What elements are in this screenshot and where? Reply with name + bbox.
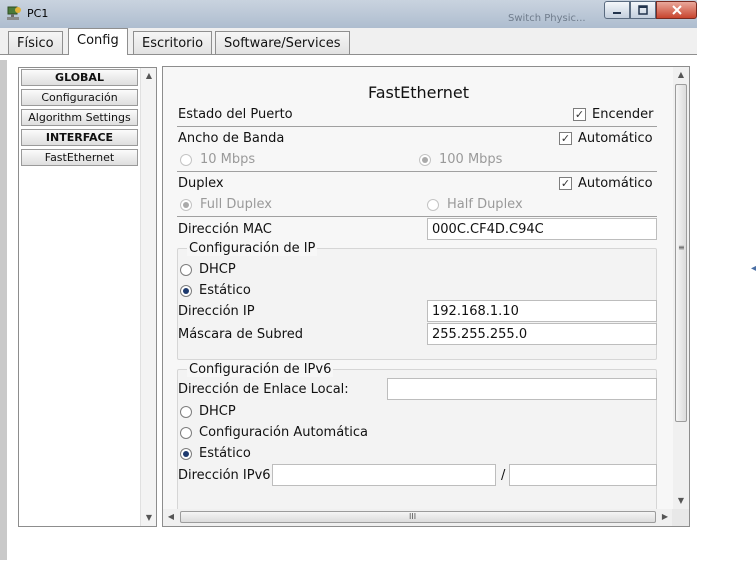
radio-selected-dot — [422, 157, 428, 163]
ip-dhcp-radio[interactable] — [180, 264, 192, 276]
port-status-label: Estado del Puerto — [178, 107, 293, 122]
panel-horizontal-scrollbar[interactable]: ◀ III ▶ — [163, 509, 674, 526]
maximize-button[interactable] — [630, 1, 656, 19]
bandwidth-auto-label: Automático — [578, 131, 653, 146]
nav-scrollbar[interactable]: ▲ ▼ — [140, 68, 156, 526]
minimize-icon — [613, 12, 621, 14]
ipv6-dhcp-radio[interactable] — [180, 406, 192, 418]
ip-static-label: Estático — [199, 283, 251, 298]
ipv6-static-label: Estático — [199, 446, 251, 461]
ip-address-field[interactable]: 192.168.1.10 — [427, 300, 657, 322]
full-duplex-label: Full Duplex — [200, 197, 272, 212]
divider — [177, 126, 657, 127]
ipv6-config-group-title: Configuración de IPv6 — [187, 362, 334, 377]
half-duplex-radio[interactable] — [427, 199, 439, 211]
bandwidth-auto-checkbox[interactable]: ✓ — [559, 132, 572, 145]
panel-title: FastEthernet — [367, 83, 470, 102]
ipv6-auto-config-label: Configuración Automática — [199, 425, 368, 440]
nav-header-global[interactable]: GLOBAL — [21, 69, 138, 86]
ip-dhcp-label: DHCP — [199, 262, 236, 277]
subnet-mask-field[interactable]: 255.255.255.0 — [427, 323, 657, 345]
scroll-up-icon[interactable]: ▲ — [141, 69, 157, 83]
tab-config[interactable]: Config — [68, 28, 128, 55]
mac-address-field[interactable]: 000C.CF4D.C94C — [427, 218, 657, 240]
bandwidth-100-label: 100 Mbps — [439, 152, 503, 167]
scroll-right-icon[interactable]: ▶ — [657, 510, 673, 524]
ipv6-address-label: Dirección IPv6 — [178, 468, 271, 483]
divider — [177, 171, 657, 172]
duplex-auto-checkbox[interactable]: ✓ — [559, 177, 572, 190]
background-window-title: Switch Physic... — [508, 13, 586, 24]
scroll-grip-icon: III — [409, 512, 417, 521]
packet-tracer-pc-icon — [7, 6, 21, 20]
ipv6-address-field[interactable] — [272, 464, 496, 486]
maximize-icon — [638, 5, 648, 15]
ipv6-dhcp-label: DHCP — [199, 404, 236, 419]
nav-item-fastethernet[interactable]: FastEthernet — [21, 149, 138, 166]
ipv6-prefix-length-field[interactable] — [509, 464, 657, 486]
config-content: GLOBAL Configuración Algorithm Settings … — [0, 55, 697, 567]
offscreen-arrow-icon: ◀ — [751, 263, 756, 274]
minimize-button[interactable] — [604, 1, 630, 19]
fastethernet-panel: FastEthernet Estado del Puerto ✓ Encende… — [162, 66, 690, 527]
radio-selected-dot — [183, 451, 189, 457]
bandwidth-label: Ancho de Banda — [178, 131, 285, 146]
scroll-grip-icon: ≡ — [678, 243, 685, 252]
ipv6-prefix-separator: / — [501, 468, 506, 483]
close-button[interactable] — [656, 1, 697, 19]
duplex-auto-label: Automático — [578, 176, 653, 191]
port-on-label: Encender — [592, 107, 654, 122]
half-duplex-label: Half Duplex — [447, 197, 523, 212]
window-titlebar: PC1 Switch Physic... — [0, 0, 697, 28]
ip-static-radio[interactable] — [180, 285, 192, 297]
panel-scroll-area: FastEthernet Estado del Puerto ✓ Encende… — [163, 67, 674, 519]
duplex-label: Duplex — [178, 176, 224, 191]
full-duplex-radio[interactable] — [180, 199, 192, 211]
radio-selected-dot — [183, 288, 189, 294]
close-icon — [671, 5, 682, 15]
port-on-checkbox[interactable]: ✓ — [573, 108, 586, 121]
bandwidth-10-label: 10 Mbps — [200, 152, 256, 167]
scrollbar-corner — [672, 509, 689, 526]
scroll-down-icon[interactable]: ▼ — [141, 511, 157, 525]
nav-item-configuracion[interactable]: Configuración — [21, 89, 138, 106]
ipv6-static-radio[interactable] — [180, 448, 192, 460]
ip-address-label: Dirección IP — [178, 304, 255, 319]
divider — [177, 216, 657, 217]
nav-item-algorithm-settings[interactable]: Algorithm Settings — [21, 109, 138, 126]
tab-escritorio[interactable]: Escritorio — [133, 31, 213, 54]
window-title: PC1 — [27, 7, 49, 20]
link-local-address-label: Dirección de Enlace Local: — [178, 382, 349, 397]
tab-software-services[interactable]: Software/Services — [215, 31, 350, 54]
scroll-left-icon[interactable]: ◀ — [163, 510, 179, 524]
nav-header-interface[interactable]: INTERFACE — [21, 129, 138, 146]
link-local-address-field[interactable] — [387, 378, 657, 400]
config-navigation-list: GLOBAL Configuración Algorithm Settings … — [18, 67, 157, 527]
bandwidth-100-radio[interactable] — [419, 154, 431, 166]
ipv6-auto-config-radio[interactable] — [180, 427, 192, 439]
horizontal-scroll-thumb[interactable]: III — [180, 511, 656, 523]
ip-config-group-title: Configuración de IP — [187, 241, 318, 256]
tab-fisico[interactable]: Físico — [8, 31, 63, 54]
panel-vertical-scrollbar[interactable]: ▲ ≡ ▼ — [673, 67, 689, 511]
mac-address-label: Dirección MAC — [178, 222, 272, 237]
subnet-mask-label: Máscara de Subred — [178, 327, 303, 342]
radio-selected-dot — [183, 202, 189, 208]
bandwidth-10-radio[interactable] — [180, 154, 192, 166]
scroll-down-icon[interactable]: ▼ — [673, 494, 689, 508]
vertical-scroll-thumb[interactable]: ≡ — [675, 84, 687, 422]
tab-bar: Físico Config Escritorio Software/Servic… — [0, 28, 697, 55]
scroll-up-icon[interactable]: ▲ — [673, 68, 689, 82]
window-left-edge — [0, 60, 7, 560]
